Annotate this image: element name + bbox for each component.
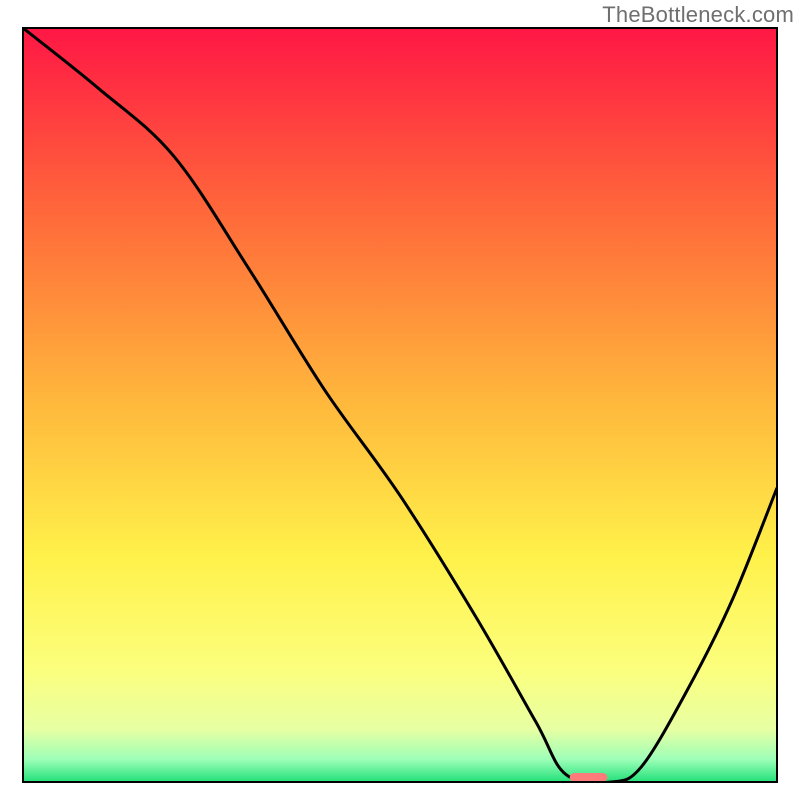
chart-stage: TheBottleneck.com (0, 0, 800, 800)
bottleneck-chart (0, 0, 800, 800)
plot-background (23, 28, 777, 782)
plot-area (23, 28, 777, 783)
optimal-marker (570, 773, 608, 782)
